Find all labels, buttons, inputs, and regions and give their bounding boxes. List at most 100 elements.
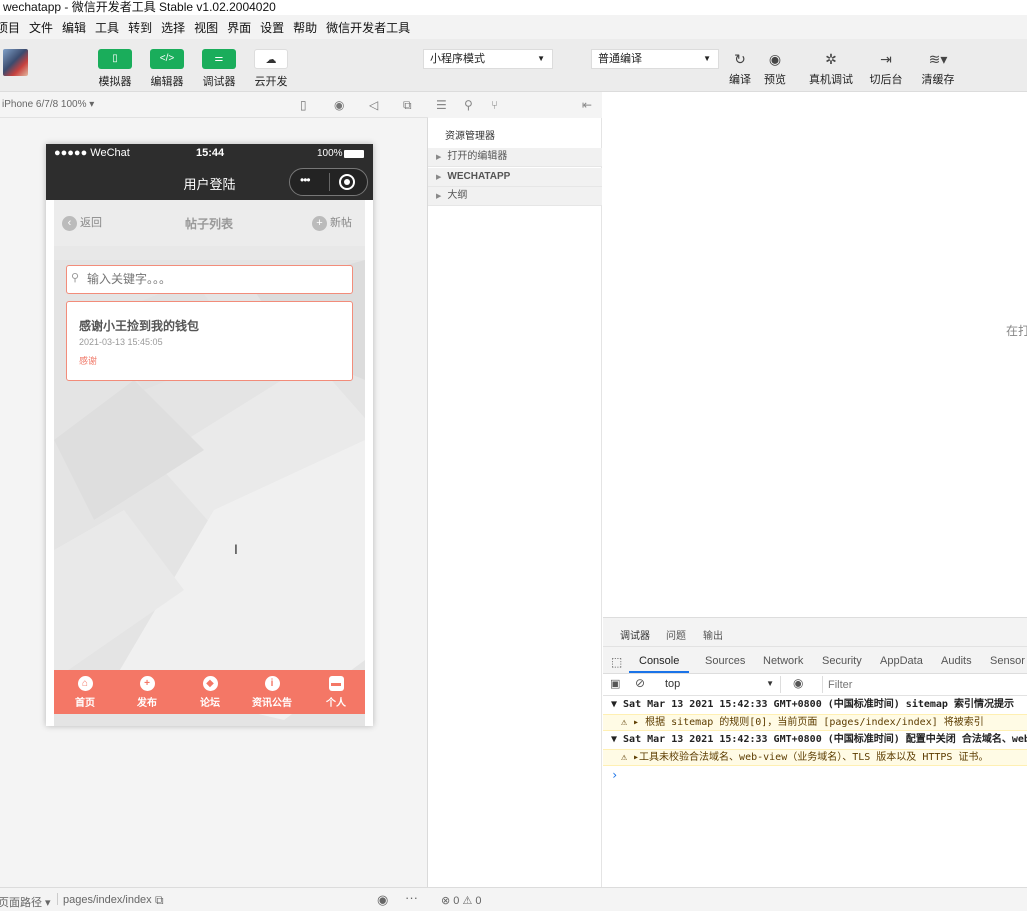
editor-hint: 在打	[1006, 324, 1027, 338]
tab-debugger[interactable]: 调试器	[620, 627, 650, 642]
menu-edit[interactable]: 编辑	[62, 19, 86, 36]
search-box[interactable]: ⚲	[66, 265, 353, 294]
list-icon[interactable]: ☰	[436, 98, 447, 112]
eye-icon[interactable]: ◉	[793, 676, 803, 690]
tab-audits[interactable]: Audits	[941, 655, 972, 667]
mode-select[interactable]: 小程序模式 ▼	[423, 49, 553, 69]
tab-profile[interactable]: ▬ 个人	[311, 676, 361, 709]
tab-console[interactable]: Console	[629, 655, 690, 673]
menu-interface[interactable]: 界面	[227, 19, 251, 36]
section-open-editors[interactable]: ▶ 打开的编辑器	[428, 148, 602, 167]
page-path-label[interactable]: 页面路径 ▾	[0, 894, 51, 910]
copy-icon[interactable]: ⧉	[155, 893, 164, 908]
tag-icon: ◆	[202, 676, 218, 691]
compile-mode-select[interactable]: 普通编译 ▼	[591, 49, 719, 69]
tab-publish[interactable]: + 发布	[122, 676, 172, 709]
new-post-button[interactable]: + 新帖	[312, 214, 352, 231]
compile-button[interactable]: ↻ 编译	[720, 51, 760, 87]
search-input[interactable]	[87, 270, 342, 288]
post-card[interactable]: 感谢小王捡到我的钱包 2021-03-13 15:45:05 感谢	[66, 301, 353, 381]
phone-status-bar: ●●●●● WeChat 15:44 100%	[46, 144, 373, 164]
menu-view[interactable]: 视图	[194, 19, 218, 36]
simulator-panel: iPhone 6/7/8 100% ▾ ▯ ◉ ◁ ⧉ ●●●●● WeChat…	[0, 92, 428, 887]
explorer-toolbar: ☰ ⚲ ⑂ ⇤	[428, 92, 602, 118]
tab-network[interactable]: Network	[763, 655, 803, 667]
tab-appdata[interactable]: AppData	[880, 655, 923, 667]
switch-icon: ⇥	[880, 51, 892, 67]
console-filter-bar: ▣ ⊘ top ▼ ◉	[603, 674, 1027, 696]
post-date: 2021-03-13 15:45:05	[79, 337, 163, 347]
info-icon: i	[264, 676, 280, 691]
remote-debug-button[interactable]: ✲ 真机调试	[806, 51, 856, 87]
console-warning[interactable]: ⚠ ▸工具未校验合法域名、web-view（业务域名）、TLS 版本以及 HTT…	[603, 749, 1027, 766]
tab-output[interactable]: 输出	[703, 627, 723, 642]
caret-right-icon: ▶	[436, 193, 442, 200]
phone-icon[interactable]: ▯	[300, 98, 307, 112]
branch-icon[interactable]: ⑂	[491, 98, 498, 112]
preview-button[interactable]: ◉ 预览	[755, 51, 795, 87]
plus-icon: +	[139, 676, 155, 691]
capsule-menu: •••	[289, 168, 368, 196]
refresh-icon: ↻	[734, 51, 746, 67]
phone-icon: ▯	[98, 49, 132, 69]
collapse-panel-icon[interactable]: ⇤	[582, 98, 592, 112]
menu-file[interactable]: 文件	[29, 19, 53, 36]
device-select[interactable]: iPhone 6/7/8 100% ▾	[2, 99, 94, 110]
inspect-icon[interactable]: ⬚	[611, 655, 622, 669]
simulator-button[interactable]: ▯ 模拟器	[88, 47, 142, 89]
cloud-button[interactable]: ☁ 云开发	[244, 47, 298, 89]
background-button[interactable]: ⇥ 切后台	[866, 51, 906, 87]
window-icon[interactable]: ⧉	[403, 98, 412, 113]
console-warning[interactable]: ⚠ ▸ 根据 sitemap 的规则[0]，当前页面 [pages/index/…	[603, 714, 1027, 731]
explorer-title: 资源管理器	[445, 131, 495, 142]
list-title: 帖子列表	[185, 217, 234, 231]
menu-project[interactable]: 项目	[0, 19, 20, 36]
menu-help[interactable]: 帮助	[293, 19, 317, 36]
menu-settings[interactable]: 设置	[260, 19, 284, 36]
caret-down-icon: ▼	[766, 679, 774, 688]
devtools-panel: 调试器 问题 输出 ⬚ Console Sources Network Secu…	[603, 617, 1027, 887]
avatar[interactable]	[3, 49, 28, 76]
menu-tools[interactable]: 工具	[95, 19, 119, 36]
menu-goto[interactable]: 转到	[128, 19, 152, 36]
sidebar-toggle-icon[interactable]: ▣	[610, 677, 620, 690]
tab-home[interactable]: ⌂ 首页	[60, 676, 110, 709]
layers-icon: ≋▾	[928, 51, 948, 67]
context-select[interactable]: top ▼	[659, 676, 781, 693]
tab-sensor[interactable]: Sensor	[990, 655, 1025, 667]
tab-security[interactable]: Security	[822, 655, 862, 667]
clear-console-icon[interactable]: ⊘	[635, 676, 645, 690]
back-button[interactable]: ‹ 返回	[62, 214, 102, 231]
caret-down-icon: ▼	[537, 54, 545, 63]
eye-icon[interactable]: ◉	[377, 892, 388, 908]
record-icon[interactable]: ◉	[334, 98, 344, 112]
tab-news[interactable]: i 资讯公告	[247, 676, 297, 709]
tab-issues[interactable]: 问题	[666, 627, 686, 642]
editor-button[interactable]: </> 编辑器	[140, 47, 194, 89]
console-log-group[interactable]: ▼ Sat Mar 13 2021 15:42:33 GMT+0800 (中国标…	[603, 697, 1027, 714]
menu-wechat-devtools[interactable]: 微信开发者工具	[326, 19, 410, 36]
carrier: ●●●●● WeChat	[54, 147, 130, 159]
volume-icon[interactable]: ◁	[369, 98, 378, 112]
section-project[interactable]: ▶ WECHATAPP	[428, 168, 602, 187]
phone-simulator: ●●●●● WeChat 15:44 100% 用户登陆 ••• ‹ 返回 帖子…	[46, 144, 373, 726]
simulator-toolbar: iPhone 6/7/8 100% ▾ ▯ ◉ ◁ ⧉	[0, 92, 428, 118]
console-filter-input[interactable]	[822, 676, 1022, 693]
menu-select[interactable]: 选择	[161, 19, 185, 36]
post-tag: 感谢	[79, 356, 98, 366]
clear-cache-button[interactable]: ≋▾ 清缓存	[918, 51, 958, 87]
section-outline[interactable]: ▶ 大纲	[428, 187, 602, 206]
divider	[57, 893, 58, 905]
console-prompt[interactable]: ›	[603, 767, 1027, 784]
more-icon[interactable]: ···	[405, 890, 418, 905]
search-icon[interactable]: ⚲	[464, 98, 473, 112]
tab-forum[interactable]: ◆ 论坛	[185, 676, 235, 709]
caret-down-icon: ▼	[703, 54, 711, 63]
more-icon[interactable]: •••	[300, 173, 311, 187]
tab-sources[interactable]: Sources	[705, 655, 745, 667]
debugger-button[interactable]: ⚌ 调试器	[192, 47, 246, 89]
close-mini-icon[interactable]	[339, 174, 355, 190]
error-warning-count[interactable]: ⊗ 0 ⚠ 0	[441, 894, 481, 907]
console-log-group[interactable]: ▼ Sat Mar 13 2021 15:42:33 GMT+0800 (中国标…	[603, 732, 1027, 749]
text-cursor-icon: I	[234, 541, 238, 557]
